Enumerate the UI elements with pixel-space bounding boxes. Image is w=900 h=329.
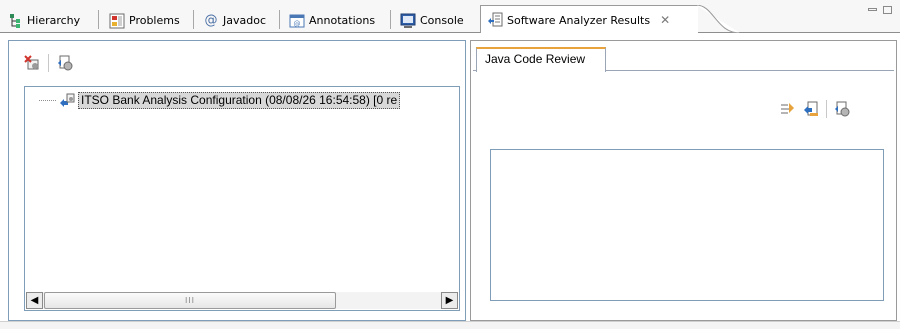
scroll-thumb[interactable]: III bbox=[44, 292, 336, 309]
software-analyzer-icon bbox=[487, 12, 503, 28]
review-tab-strip: Java Code Review bbox=[473, 47, 894, 72]
tab-problems[interactable]: Problems bbox=[104, 8, 194, 33]
view-controls bbox=[868, 6, 892, 14]
annotations-icon: @ bbox=[289, 13, 305, 29]
tab-hierarchy[interactable]: Hierarchy bbox=[2, 8, 99, 33]
hierarchy-icon bbox=[7, 13, 23, 29]
close-icon[interactable]: ✕ bbox=[660, 14, 670, 26]
scroll-right-button[interactable]: ▶ bbox=[441, 292, 458, 309]
chevron-right-icon: ▶ bbox=[445, 295, 454, 306]
console-icon bbox=[400, 13, 416, 29]
tab-label: Console bbox=[420, 14, 464, 27]
analysis-result-icon bbox=[59, 93, 75, 109]
show-rule-icon[interactable] bbox=[780, 101, 796, 117]
tab-label: Javadoc bbox=[223, 14, 266, 27]
remove-results-icon[interactable] bbox=[24, 55, 40, 71]
tab-console[interactable]: Console bbox=[395, 8, 479, 33]
tab-annotations[interactable]: @ Annotations bbox=[284, 8, 391, 33]
tab-label: Problems bbox=[129, 14, 180, 27]
tab-label: Hierarchy bbox=[27, 14, 81, 27]
minimize-icon[interactable] bbox=[868, 8, 877, 11]
rerun-analysis-icon[interactable] bbox=[834, 101, 850, 117]
tab-label: Annotations bbox=[309, 14, 376, 27]
scroll-grip: III bbox=[184, 296, 196, 305]
chevron-left-icon: ◀ bbox=[30, 295, 39, 306]
bottom-edge bbox=[0, 321, 900, 329]
maximize-icon[interactable] bbox=[883, 6, 892, 14]
horizontal-scrollbar[interactable]: ◀ III ▶ bbox=[26, 292, 458, 309]
tab-javadoc[interactable]: @ Javadoc bbox=[198, 8, 280, 33]
tab-software-analyzer-results[interactable]: Software Analyzer Results ✕ bbox=[480, 5, 740, 34]
review-toolbar bbox=[780, 99, 850, 119]
review-details-area[interactable] bbox=[490, 149, 884, 301]
quick-fix-icon[interactable] bbox=[803, 101, 819, 117]
tree-item-label[interactable]: ITSO Bank Analysis Configuration (08/08/… bbox=[78, 92, 401, 109]
tab-java-code-review[interactable]: Java Code Review bbox=[476, 47, 606, 72]
run-analysis-icon[interactable] bbox=[57, 55, 73, 71]
toolbar-separator bbox=[48, 54, 49, 72]
tab-curve bbox=[696, 5, 740, 34]
problems-icon bbox=[109, 13, 125, 29]
tree-connector bbox=[39, 100, 56, 101]
scroll-left-button[interactable]: ◀ bbox=[26, 292, 43, 309]
javadoc-icon: @ bbox=[204, 12, 218, 28]
results-tree[interactable]: ITSO Bank Analysis Configuration (08/08/… bbox=[24, 86, 460, 311]
svg-text:@: @ bbox=[294, 20, 301, 28]
results-toolbar bbox=[24, 53, 73, 73]
toolbar-separator bbox=[826, 100, 827, 118]
tab-label: Software Analyzer Results bbox=[507, 13, 651, 27]
tree-item[interactable]: ITSO Bank Analysis Configuration (08/08/… bbox=[39, 92, 401, 109]
view-tab-bar: Hierarchy Problems @ Javadoc @ Annotatio… bbox=[0, 0, 900, 34]
